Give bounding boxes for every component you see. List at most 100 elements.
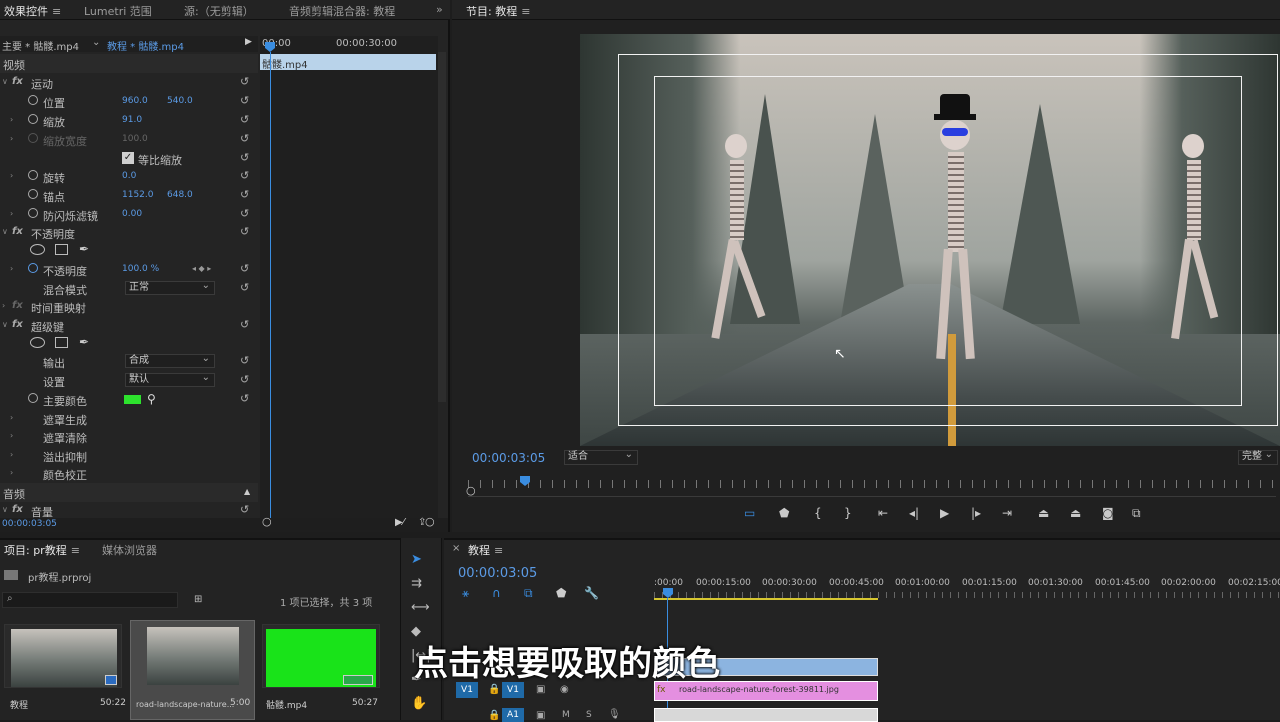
tab-effect-controls[interactable]: 效果控件 ≡ <box>4 3 61 19</box>
pen-mask-icon[interactable]: ✒ <box>79 242 89 256</box>
blend-mode-select[interactable]: 正常 <box>125 280 215 295</box>
step-back-icon[interactable]: ◂| <box>909 506 919 520</box>
quality-select[interactable]: 完整 <box>1238 449 1278 465</box>
play-icon[interactable]: ▶ <box>940 506 949 520</box>
chevron-down-icon[interactable]: ⌄ <box>92 37 100 48</box>
mark-out-icon[interactable]: } <box>844 506 852 520</box>
hand-tool-icon[interactable]: ✋ <box>411 696 427 711</box>
play-icon[interactable]: ▶ <box>245 37 252 47</box>
nest-icon[interactable]: ⚹ <box>462 586 469 601</box>
overflow-icon[interactable]: » <box>436 3 443 16</box>
lock-icon[interactable]: 🔒 <box>488 684 500 695</box>
zoom-handle-icon[interactable]: ○ <box>425 515 435 528</box>
spill-suppression[interactable]: › 溢出抑制 <box>0 446 258 465</box>
panel-menu-icon[interactable]: ≡ <box>71 544 80 557</box>
sync-lock-icon[interactable]: ▣ <box>536 684 545 695</box>
project-item-sequence[interactable] <box>4 624 122 688</box>
ellipse-mask-icon[interactable] <box>30 337 45 348</box>
microphone-icon[interactable]: 🎙 <box>608 709 621 720</box>
color-correction[interactable]: › 颜色校正 <box>0 464 258 483</box>
ultra-key-effect[interactable]: ∨ fx 超级键 ↺ <box>0 316 258 335</box>
rotation-value[interactable]: 0.0 <box>122 171 136 181</box>
camera-icon[interactable]: ◙ <box>1102 506 1114 520</box>
reset-icon[interactable]: ↺ <box>240 188 249 201</box>
position-x[interactable]: 960.0 <box>122 96 148 106</box>
reset-icon[interactable]: ↺ <box>240 262 249 275</box>
sync-lock-icon[interactable]: ▣ <box>536 710 545 721</box>
sequence-clip[interactable]: 教程 * 骷髅.mp4 <box>107 38 184 53</box>
rectangle-mask-icon[interactable] <box>55 337 68 348</box>
add-marker-icon[interactable]: ⬟ <box>779 506 789 520</box>
panel-menu-icon[interactable]: ≡ <box>521 5 530 18</box>
motion-effect[interactable]: ∨ fx 运动 ↺ <box>0 73 258 92</box>
lock-icon[interactable]: 🔒 <box>488 710 500 721</box>
mark-in-icon[interactable]: { <box>814 506 822 520</box>
uniform-scale-checkbox[interactable]: ✓ <box>122 152 134 164</box>
reset-icon[interactable]: ↺ <box>240 151 249 164</box>
tab-program[interactable]: 节目: 教程 ≡ <box>466 3 530 19</box>
timeline-ruler[interactable]: :00:00 00:00:15:00 00:00:30:00 00:00:45:… <box>654 576 1280 602</box>
compare-icon[interactable]: ⧉ <box>1132 506 1141 521</box>
position-y[interactable]: 540.0 <box>167 96 193 106</box>
extract-icon[interactable]: ⏏ <box>1070 506 1081 520</box>
reset-icon[interactable]: ↺ <box>240 207 249 220</box>
export-icon[interactable]: ⇪ <box>418 517 426 528</box>
panel-menu-icon[interactable]: ≡ <box>494 544 503 557</box>
stopwatch-icon[interactable] <box>28 114 38 124</box>
work-area-bar[interactable] <box>654 598 878 600</box>
ec-timecode[interactable]: 00:00:03:05 <box>2 519 57 529</box>
reset-icon[interactable]: ↺ <box>240 113 249 126</box>
transform-box-inner[interactable] <box>654 76 1242 406</box>
linked-selection-icon[interactable]: ⧉ <box>524 586 533 601</box>
scrollbar[interactable] <box>438 52 446 402</box>
stopwatch-icon[interactable] <box>28 189 38 199</box>
stopwatch-icon[interactable] <box>28 208 38 218</box>
reset-icon[interactable]: ↺ <box>240 75 249 88</box>
ellipse-mask-icon[interactable] <box>30 244 45 255</box>
keyframe-nav-icon[interactable]: ◂ ◆ ▸ <box>192 264 211 273</box>
stopwatch-icon[interactable] <box>28 263 38 273</box>
reset-icon[interactable]: ↺ <box>240 503 249 516</box>
project-item-skeleton[interactable] <box>262 624 380 688</box>
stopwatch-icon[interactable] <box>28 95 38 105</box>
go-to-out-icon[interactable]: ⇥ <box>1002 506 1012 520</box>
snap-icon[interactable]: ∩ <box>492 586 501 600</box>
anchor-y[interactable]: 648.0 <box>167 190 193 200</box>
key-color-swatch[interactable] <box>124 395 141 404</box>
reset-icon[interactable]: ↺ <box>240 225 249 238</box>
go-to-in-icon[interactable]: ⇤ <box>878 506 888 520</box>
pen-mask-icon[interactable]: ✒ <box>79 335 89 349</box>
video-frame[interactable]: ↖ <box>580 34 1280 446</box>
panel-menu-icon[interactable]: ≡ <box>52 5 61 18</box>
step-forward-icon[interactable]: |▸ <box>971 506 981 520</box>
ripple-edit-tool-icon[interactable]: ⟷ <box>411 600 430 615</box>
stopwatch-icon[interactable] <box>28 393 38 403</box>
tab-lumetri-scopes[interactable]: Lumetri 范围 <box>84 3 152 19</box>
setting-select[interactable]: 默认 <box>125 372 215 387</box>
tab-audio-clip-mixer[interactable]: 音频剪辑混合器: 教程 <box>289 3 395 19</box>
master-clip[interactable]: 主要 * 骷髅.mp4 <box>2 38 79 53</box>
reset-icon[interactable]: ↺ <box>240 318 249 331</box>
track-select-tool-icon[interactable]: ⇉ <box>411 576 422 591</box>
search-input[interactable]: ⌕ <box>2 592 178 608</box>
selection-tool-icon[interactable]: ➤ <box>411 552 422 567</box>
output-select[interactable]: 合成 <box>125 353 215 368</box>
eye-icon[interactable]: ◉ <box>560 684 569 695</box>
scale-value[interactable]: 91.0 <box>122 115 142 125</box>
new-bin-icon[interactable]: ⊞ <box>194 594 202 605</box>
reset-icon[interactable]: ↺ <box>240 94 249 107</box>
opacity-effect[interactable]: ∨ fx 不透明度 ↺ <box>0 223 258 242</box>
ec-ruler[interactable]: 00:00 00:00:30:00 <box>260 36 438 52</box>
antiflicker-value[interactable]: 0.00 <box>122 209 142 219</box>
reset-icon[interactable]: ↺ <box>240 392 249 405</box>
eyedropper-icon[interactable]: ⚲ <box>147 392 156 406</box>
reset-icon[interactable]: ↺ <box>240 354 249 367</box>
program-timecode[interactable]: 00:00:03:05 <box>472 451 545 465</box>
collapse-icon[interactable]: ▲ <box>244 487 250 496</box>
safe-margins-icon[interactable]: ▭ <box>744 506 755 520</box>
mute-button[interactable]: M <box>562 710 570 720</box>
stopwatch-icon[interactable] <box>28 170 38 180</box>
filter-icon[interactable]: ▶⁄ <box>395 517 404 528</box>
time-remap-effect[interactable]: › fx 时间重映射 <box>0 297 258 316</box>
tab-source[interactable]: 源:（无剪辑） <box>184 3 254 19</box>
